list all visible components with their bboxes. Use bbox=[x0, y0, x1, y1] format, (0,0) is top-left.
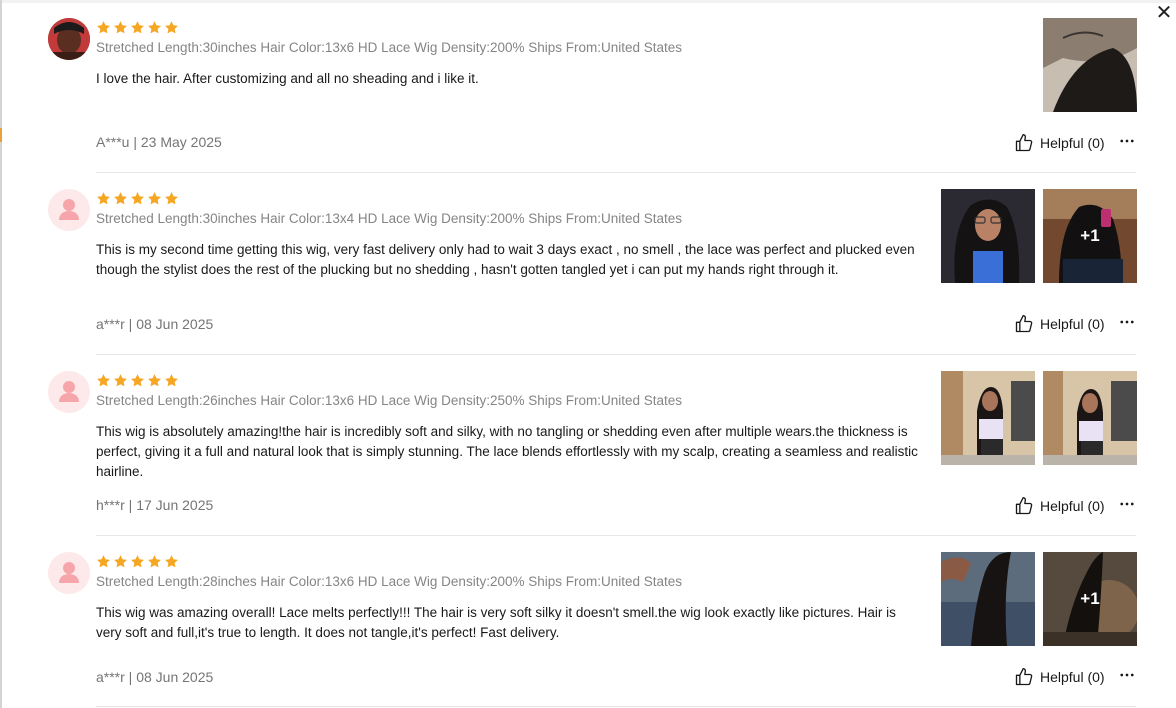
review-author-date: a***r | 08 Jun 2025 bbox=[96, 316, 214, 332]
review-photo[interactable] bbox=[1043, 371, 1137, 465]
more-options-button[interactable] bbox=[1118, 666, 1136, 684]
product-specs: Stretched Length:30inches Hair Color:13x… bbox=[96, 40, 683, 55]
helpful-label: Helpful (0) bbox=[1040, 669, 1105, 685]
star-icon bbox=[113, 554, 128, 569]
default-user-icon bbox=[48, 189, 90, 231]
star-icon bbox=[147, 373, 162, 388]
review-photo[interactable]: +1 bbox=[1043, 189, 1137, 283]
review-text: This wig is absolutely amazing!the hair … bbox=[96, 424, 918, 479]
review-photo[interactable]: +1 bbox=[1043, 552, 1137, 646]
thumbs-up-icon bbox=[1014, 496, 1034, 516]
thumbs-up-icon bbox=[1014, 667, 1034, 687]
left-border bbox=[0, 0, 2, 708]
product-specs: Stretched Length:26inches Hair Color:13x… bbox=[96, 393, 683, 408]
star-icon bbox=[164, 191, 179, 206]
product-specs: Stretched Length:28inches Hair Color:13x… bbox=[96, 574, 683, 589]
default-user-icon bbox=[48, 552, 90, 594]
left-accent-mark bbox=[0, 128, 2, 142]
review-author-date: a***r | 08 Jun 2025 bbox=[96, 669, 214, 685]
review-author-date: h***r | 17 Jun 2025 bbox=[96, 497, 214, 513]
reviewer-avatar bbox=[48, 371, 90, 413]
more-icon bbox=[1118, 666, 1136, 684]
reviewer-photo bbox=[48, 18, 90, 60]
thumbs-up-icon bbox=[1014, 133, 1034, 153]
close-icon[interactable]: ✕ bbox=[1156, 2, 1173, 22]
review-photo[interactable] bbox=[1043, 18, 1137, 112]
star-icon bbox=[164, 20, 179, 35]
star-icon bbox=[96, 20, 111, 35]
star-icon bbox=[130, 20, 145, 35]
star-icon bbox=[164, 373, 179, 388]
more-icon bbox=[1118, 313, 1136, 331]
helpful-button[interactable]: Helpful (0) bbox=[1014, 133, 1105, 153]
helpful-button[interactable]: Helpful (0) bbox=[1014, 496, 1105, 516]
reviewer-avatar bbox=[48, 189, 90, 231]
default-user-icon bbox=[48, 371, 90, 413]
more-options-button[interactable] bbox=[1118, 495, 1136, 513]
helpful-label: Helpful (0) bbox=[1040, 135, 1105, 151]
star-icon bbox=[130, 191, 145, 206]
review-text: This is my second time getting this wig,… bbox=[96, 242, 915, 277]
star-icon bbox=[113, 373, 128, 388]
more-options-button[interactable] bbox=[1118, 132, 1136, 150]
reviewer-avatar bbox=[48, 552, 90, 594]
star-icon bbox=[96, 191, 111, 206]
review-text: This wig was amazing overall! Lace melts… bbox=[96, 605, 896, 640]
helpful-button[interactable]: Helpful (0) bbox=[1014, 314, 1105, 334]
star-rating bbox=[96, 191, 179, 206]
thumbs-up-icon bbox=[1014, 314, 1034, 334]
helpful-label: Helpful (0) bbox=[1040, 316, 1105, 332]
review-divider bbox=[96, 354, 1136, 355]
more-photos-count: +1 bbox=[1043, 552, 1137, 646]
review-divider bbox=[96, 535, 1136, 536]
review-photo[interactable] bbox=[941, 552, 1035, 646]
star-icon bbox=[164, 554, 179, 569]
reviewer-avatar bbox=[48, 18, 90, 60]
star-icon bbox=[113, 20, 128, 35]
more-icon bbox=[1118, 495, 1136, 513]
star-icon bbox=[96, 554, 111, 569]
more-options-button[interactable] bbox=[1118, 313, 1136, 331]
close-button[interactable]: ✕ bbox=[1152, 0, 1176, 24]
star-rating bbox=[96, 373, 179, 388]
product-specs: Stretched Length:30inches Hair Color:13x… bbox=[96, 211, 683, 226]
review-photo[interactable] bbox=[941, 371, 1035, 465]
review-divider bbox=[96, 706, 1136, 707]
top-edge bbox=[2, 0, 1176, 3]
review-text: I love the hair. After customizing and a… bbox=[96, 71, 479, 86]
review-author-date: A***u | 23 May 2025 bbox=[96, 134, 222, 150]
star-icon bbox=[147, 20, 162, 35]
star-icon bbox=[96, 373, 111, 388]
star-icon bbox=[113, 191, 128, 206]
more-icon bbox=[1118, 132, 1136, 150]
star-icon bbox=[147, 554, 162, 569]
star-icon bbox=[147, 191, 162, 206]
star-rating bbox=[96, 20, 179, 35]
star-icon bbox=[130, 554, 145, 569]
star-rating bbox=[96, 554, 179, 569]
helpful-button[interactable]: Helpful (0) bbox=[1014, 667, 1105, 687]
helpful-label: Helpful (0) bbox=[1040, 498, 1105, 514]
review-divider bbox=[96, 172, 1136, 173]
star-icon bbox=[130, 373, 145, 388]
review-photo[interactable] bbox=[941, 189, 1035, 283]
more-photos-count: +1 bbox=[1043, 189, 1137, 283]
